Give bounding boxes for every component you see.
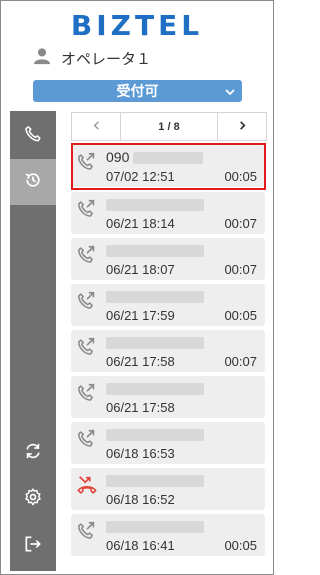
chevron-right-icon <box>237 118 248 136</box>
call-history-item[interactable]: 06/18 16:52 <box>71 468 265 510</box>
operator-info: オペレータ１ <box>33 47 151 69</box>
history-icon <box>23 170 43 195</box>
phone-icon <box>23 124 43 149</box>
outgoing-call-icon <box>76 198 98 220</box>
outgoing-call-icon <box>76 428 98 450</box>
call-duration: 00:07 <box>224 262 257 277</box>
masked-number <box>106 475 204 487</box>
sidebar-item-history[interactable] <box>10 159 56 205</box>
outgoing-call-icon <box>76 382 98 404</box>
phone-panel: BIZTEL オペレータ１ 受付可 1 / 8 090 07/02 12:51 … <box>0 0 274 575</box>
masked-number <box>106 199 204 211</box>
call-duration: 00:07 <box>224 354 257 369</box>
next-page-button[interactable] <box>217 113 266 140</box>
masked-number <box>106 521 204 533</box>
masked-number <box>106 383 204 395</box>
outgoing-call-icon <box>76 336 98 358</box>
operator-name: オペレータ１ <box>61 50 152 68</box>
call-datetime: 06/21 17:58 <box>106 400 175 415</box>
user-icon <box>33 47 51 70</box>
sidebar-item-refresh[interactable] <box>10 430 56 476</box>
call-datetime: 06/21 17:58 <box>106 354 175 369</box>
call-datetime: 06/18 16:53 <box>106 446 175 461</box>
logout-icon <box>23 534 43 559</box>
sidebar-item-logout[interactable] <box>10 523 56 569</box>
call-duration: 00:05 <box>224 308 257 323</box>
outgoing-call-icon <box>76 520 98 542</box>
call-datetime: 06/18 16:41 <box>106 538 175 553</box>
status-select[interactable]: 受付可 <box>33 80 242 102</box>
page-indicator: 1 / 8 <box>158 120 180 133</box>
call-datetime: 06/21 17:59 <box>106 308 175 323</box>
outgoing-call-icon <box>76 290 98 312</box>
masked-number <box>106 291 204 303</box>
call-history-item[interactable]: 06/21 17:58 <box>71 376 265 418</box>
call-datetime: 06/21 18:14 <box>106 216 175 231</box>
masked-number <box>106 337 204 349</box>
status-label: 受付可 <box>116 83 159 99</box>
call-history-item[interactable]: 06/21 18:14 00:07 <box>71 192 265 234</box>
call-history-item[interactable]: 06/21 18:07 00:07 <box>71 238 265 280</box>
call-history-item[interactable]: 06/18 16:53 <box>71 422 265 464</box>
masked-number <box>106 429 204 441</box>
selected-call-highlight <box>71 143 266 190</box>
call-duration: 00:07 <box>224 216 257 231</box>
call-history-item[interactable]: 06/21 17:58 00:07 <box>71 330 265 372</box>
prev-page-button[interactable] <box>72 113 121 140</box>
outgoing-call-icon <box>76 244 98 266</box>
sidebar <box>10 111 56 571</box>
biztel-logo: BIZTEL <box>70 9 204 42</box>
masked-number <box>106 245 204 257</box>
call-datetime: 06/21 18:07 <box>106 262 175 277</box>
gear-icon <box>23 487 43 512</box>
chevron-left-icon <box>91 118 102 136</box>
missed-call-icon <box>76 474 98 496</box>
call-history-item[interactable]: 06/21 17:59 00:05 <box>71 284 265 326</box>
sidebar-item-phone[interactable] <box>10 113 56 159</box>
pagination: 1 / 8 <box>71 112 267 141</box>
call-history-item[interactable]: 06/18 16:41 00:05 <box>71 514 265 556</box>
call-duration: 00:05 <box>224 538 257 553</box>
sidebar-item-settings[interactable] <box>10 476 56 522</box>
refresh-icon <box>23 441 43 466</box>
chevron-down-icon <box>224 85 236 97</box>
call-datetime: 06/18 16:52 <box>106 492 175 507</box>
